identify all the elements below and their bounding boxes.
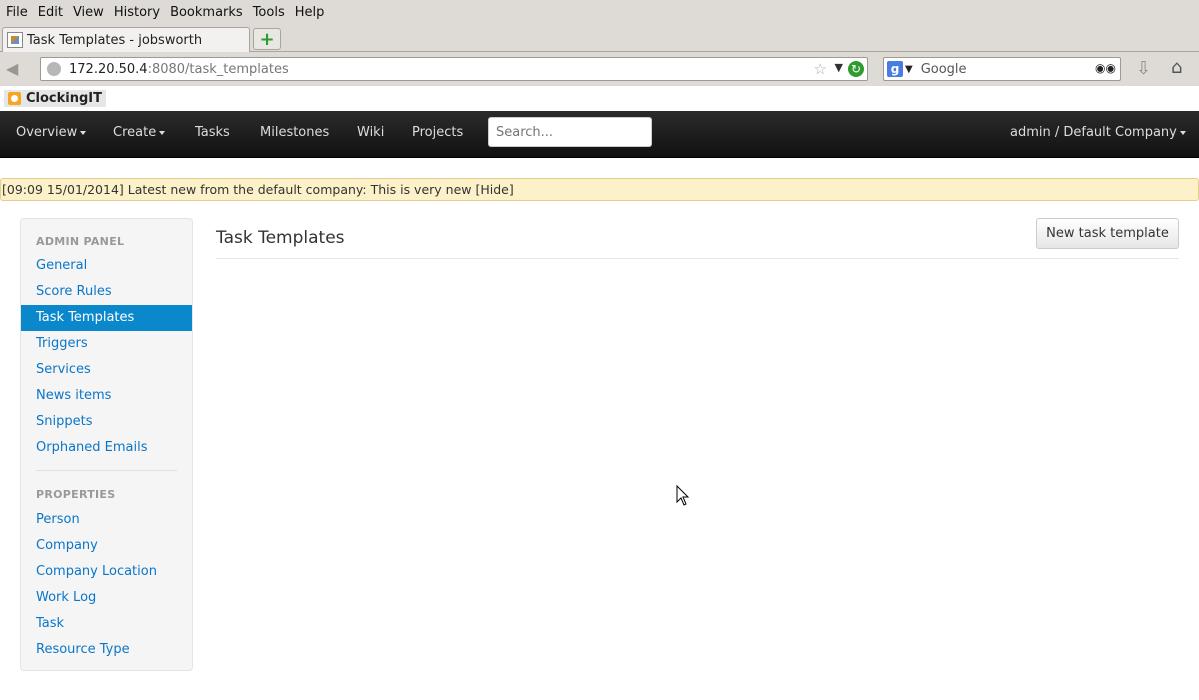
sidebar-divider (36, 470, 177, 471)
sidebar-item-company-location[interactable]: Company Location (21, 559, 192, 585)
menu-history[interactable]: History (110, 5, 164, 20)
google-icon[interactable]: g (887, 61, 903, 77)
sidebar-item-task[interactable]: Task (21, 611, 192, 637)
app-search-input[interactable] (488, 117, 652, 147)
bookmark-star-icon[interactable]: ☆ (814, 60, 827, 78)
sidebar-item-task-templates[interactable]: Task Templates (21, 305, 192, 331)
nav-projects[interactable]: Projects (412, 125, 463, 140)
sidebar-item-triggers[interactable]: Triggers (21, 331, 192, 357)
bookmark-label: ClockingIT (26, 91, 103, 106)
new-tab-button[interactable]: + (253, 28, 281, 50)
sidebar-item-person[interactable]: Person (21, 507, 192, 533)
url-path: :8080/task_templates (147, 61, 289, 77)
sidebar-item-general[interactable]: General (21, 253, 192, 279)
sidebar-item-news-items[interactable]: News items (21, 383, 192, 409)
menu-bookmarks[interactable]: Bookmarks (166, 5, 247, 20)
download-icon[interactable]: ⇩ (1136, 58, 1151, 79)
page-title: Task Templates (216, 228, 345, 248)
chevron-down-icon[interactable]: ▼ (835, 61, 843, 74)
sidebar-item-company[interactable]: Company (21, 533, 192, 559)
sidebar-item-score-rules[interactable]: Score Rules (21, 279, 192, 305)
binoculars-icon[interactable]: ◉◉ (1095, 61, 1116, 75)
favicon-icon (7, 32, 23, 48)
tab-title: Task Templates - jobsworth (27, 32, 203, 48)
sidebar-item-orphaned-emails[interactable]: Orphaned Emails (21, 435, 192, 461)
admin-panel-header: ADMIN PANEL (36, 235, 125, 248)
title-divider (216, 258, 1179, 259)
url-bar[interactable]: 172.20.50.4 :8080/task_templates ☆ ▼ ↻ (40, 57, 868, 81)
nav-tasks[interactable]: Tasks (195, 125, 230, 140)
new-task-template-button[interactable]: New task template (1036, 218, 1179, 249)
chevron-down-icon[interactable]: ▼ (905, 64, 913, 75)
nav-create[interactable]: Create (113, 125, 165, 140)
search-placeholder: Google (920, 61, 967, 77)
url-host: 172.20.50.4 (69, 61, 148, 77)
mouse-cursor-icon (676, 485, 690, 506)
news-banner: [09:09 15/01/2014] Latest new from the d… (0, 178, 1199, 201)
nav-overview[interactable]: Overview (16, 125, 86, 140)
home-icon[interactable]: ⌂ (1171, 57, 1182, 78)
bookmarks-bar: ClockingIT (0, 86, 1199, 111)
bookmark-clockingit[interactable]: ClockingIT (4, 90, 107, 107)
nav-wiki[interactable]: Wiki (357, 125, 384, 140)
nav-user-menu[interactable]: admin / Default Company (1010, 125, 1186, 140)
sidebar-item-snippets[interactable]: Snippets (21, 409, 192, 435)
browser-menubar: File Edit View History Bookmarks Tools H… (0, 0, 1199, 25)
admin-sidebar: ADMIN PANEL General Score Rules Task Tem… (20, 218, 193, 671)
menu-view[interactable]: View (69, 5, 108, 20)
nav-milestones[interactable]: Milestones (260, 125, 329, 140)
sidebar-item-work-log[interactable]: Work Log (21, 585, 192, 611)
app-navbar: Overview Create Tasks Milestones Wiki Pr… (0, 111, 1199, 158)
reload-icon[interactable]: ↻ (848, 61, 864, 77)
menu-tools[interactable]: Tools (249, 5, 289, 20)
menu-help[interactable]: Help (291, 5, 329, 20)
menu-file[interactable]: File (2, 5, 32, 20)
globe-icon (47, 62, 61, 76)
browser-navbar: ◀ 172.20.50.4 :8080/task_templates ☆ ▼ ↻… (0, 52, 1199, 86)
browser-tabstrip: Task Templates - jobsworth + (0, 25, 1199, 52)
sidebar-item-services[interactable]: Services (21, 357, 192, 383)
menu-edit[interactable]: Edit (34, 5, 67, 20)
browser-tab[interactable]: Task Templates - jobsworth (2, 27, 250, 52)
sidebar-item-resource-type[interactable]: Resource Type (21, 637, 192, 663)
browser-search-input[interactable]: g ▼ Google ◉◉ (883, 57, 1121, 81)
properties-header: PROPERTIES (36, 488, 116, 501)
clock-icon (8, 92, 21, 105)
back-icon[interactable]: ◀ (6, 59, 28, 81)
